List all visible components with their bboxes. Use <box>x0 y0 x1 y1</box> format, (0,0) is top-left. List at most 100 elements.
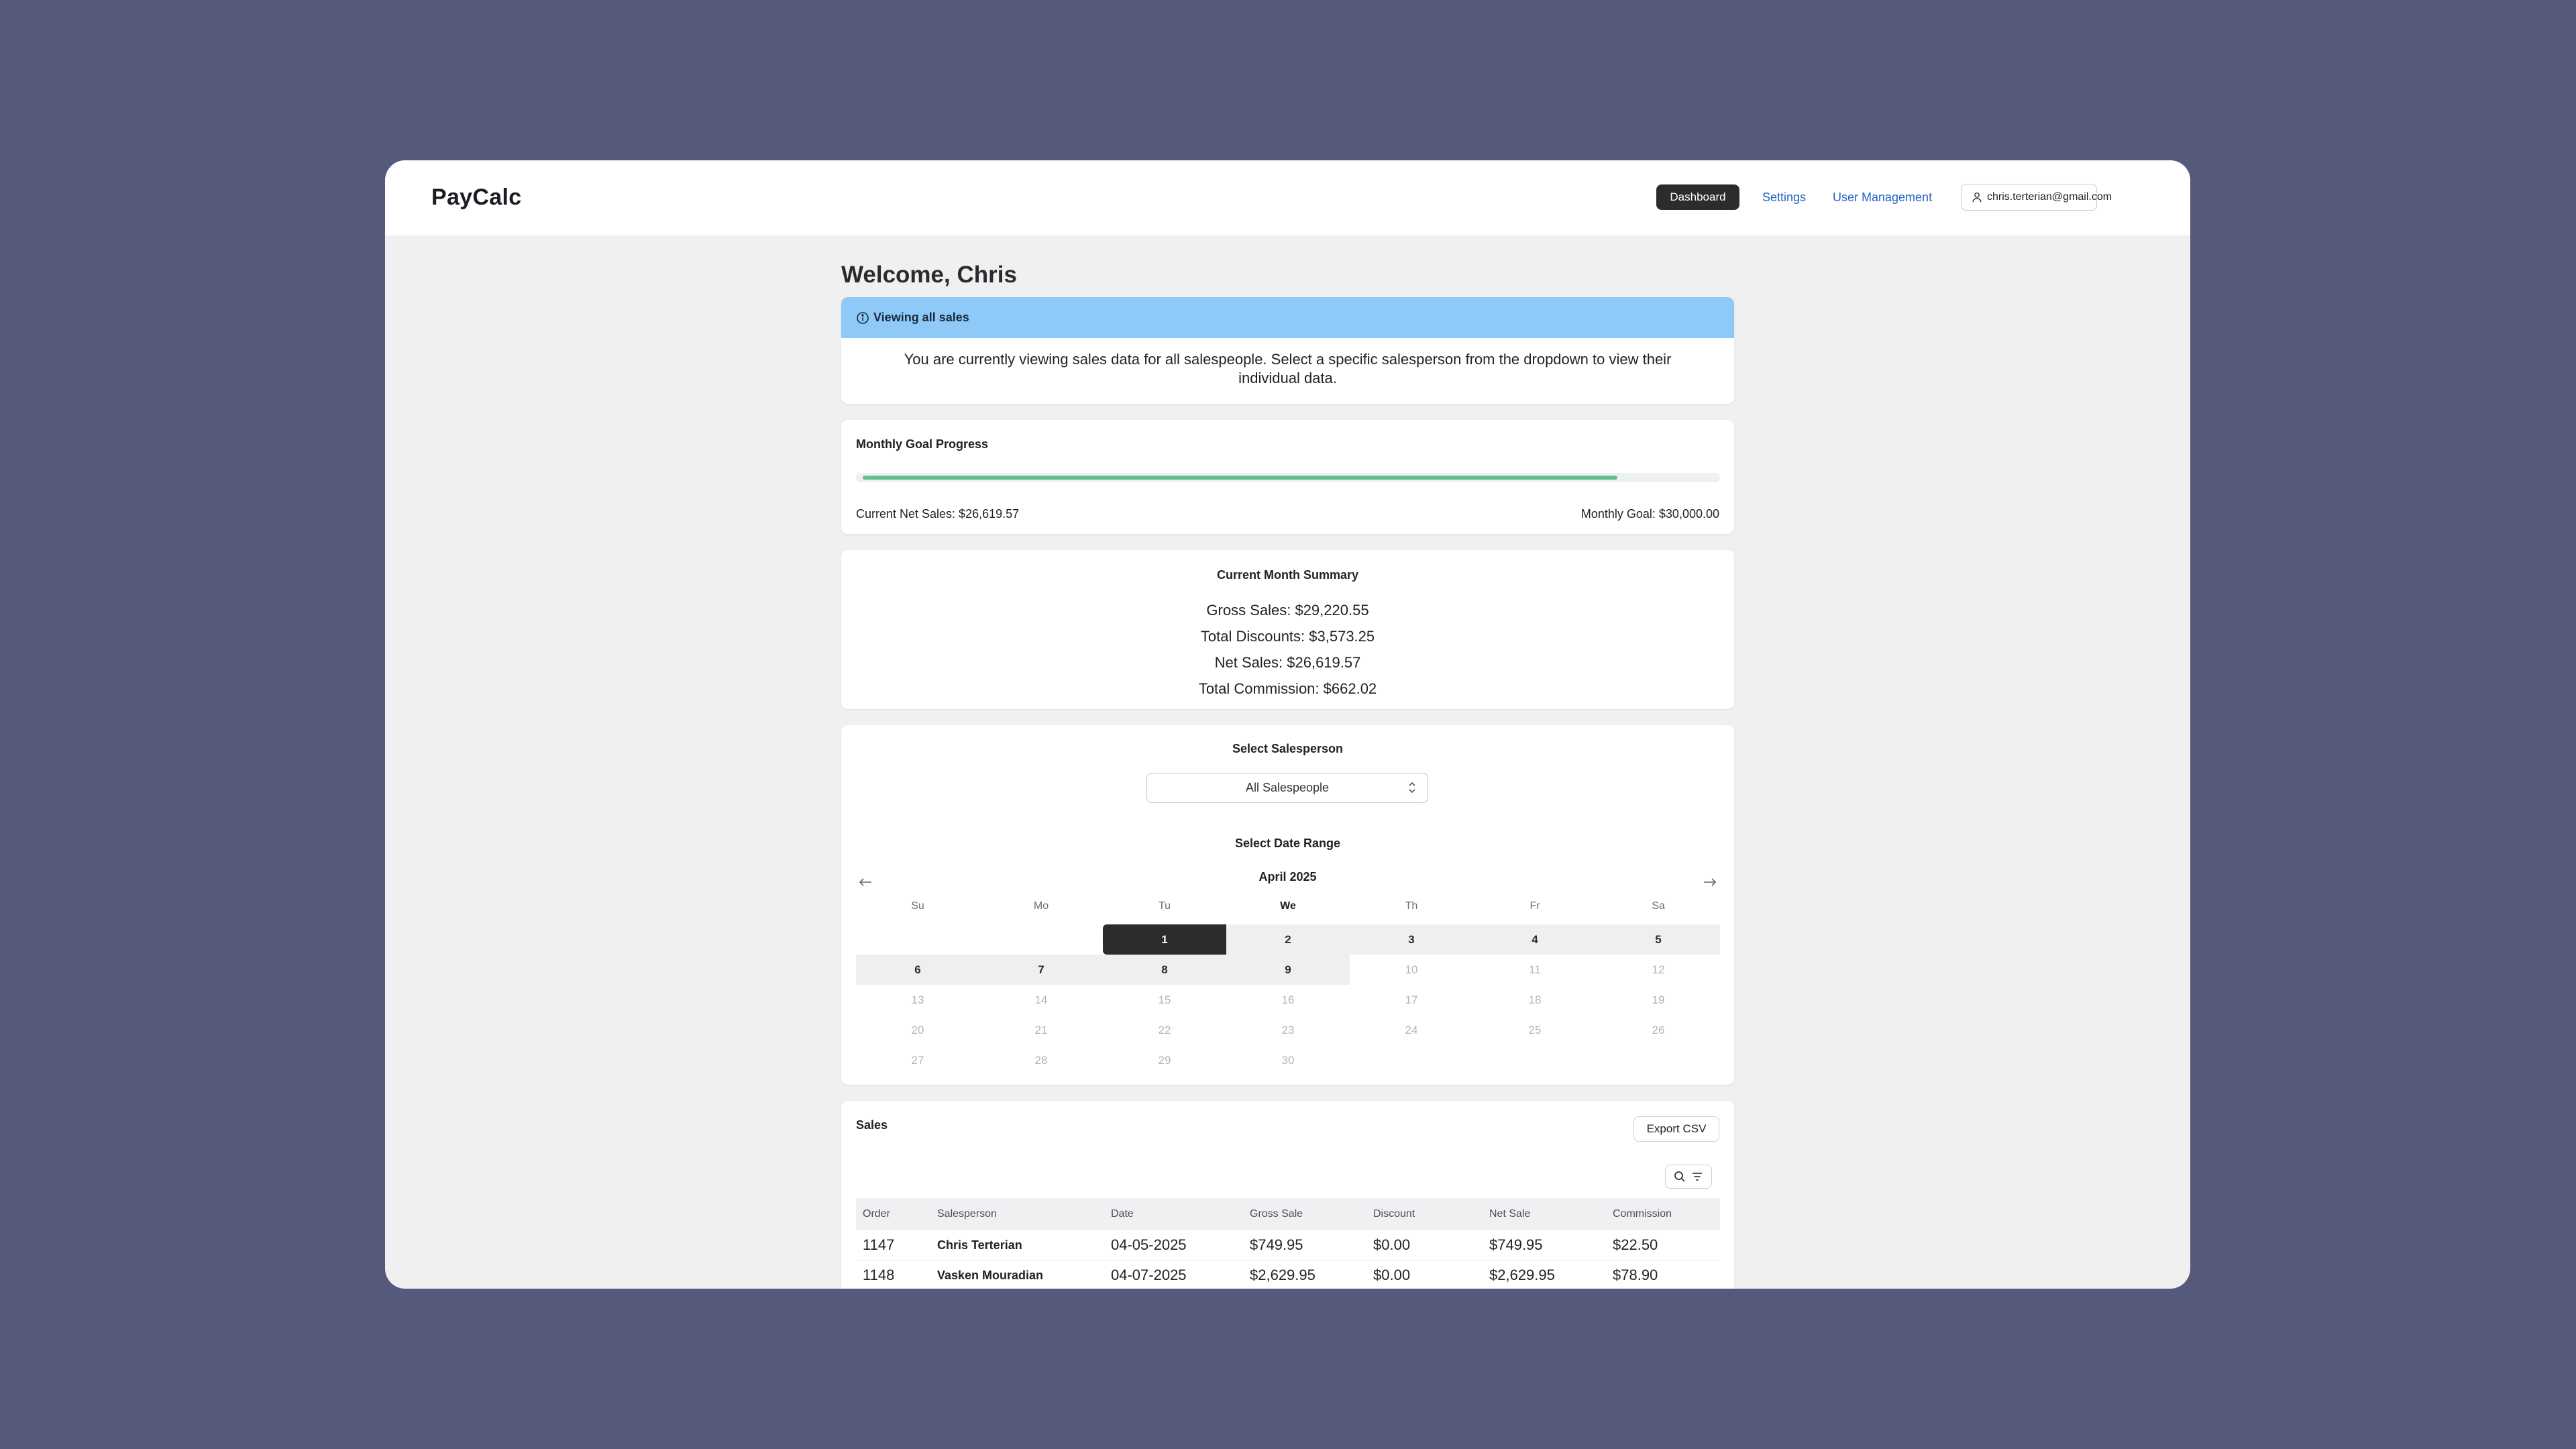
summary-title: Current Month Summary <box>1216 568 1359 582</box>
weekday-label: Th <box>1405 900 1418 912</box>
info-alert-header: Viewing all sales <box>841 297 1734 338</box>
calendar-day-disabled: 26 <box>1652 1023 1665 1036</box>
calendar-week: 13 14 15 16 17 18 19 <box>856 985 1720 1015</box>
info-alert: Viewing all sales You are currently view… <box>841 297 1734 404</box>
calendar-day[interactable]: 5 <box>1597 924 1720 955</box>
calendar-weekday-row: Su Mo Tu We Th Fr Sa <box>856 894 1720 924</box>
calendar-day-disabled: 18 <box>1528 993 1542 1006</box>
nav-settings-link[interactable]: Settings <box>1762 184 1806 210</box>
calendar-week: 27 28 29 30 <box>856 1045 1720 1075</box>
calendar-day-disabled: 19 <box>1652 993 1665 1006</box>
date-range-label: Select Date Range <box>1234 837 1341 850</box>
salesperson-select-value: All Salespeople <box>1245 781 1330 794</box>
info-icon <box>857 311 869 324</box>
calendar-week: 1 2 3 4 5 <box>856 924 1720 955</box>
nav-user-management-link[interactable]: User Management <box>1833 184 1932 210</box>
summary-total-commission: Total Commission: $662.02 <box>1198 680 1377 697</box>
monthly-goal: Monthly Goal: $30,000.00 <box>1580 507 1719 521</box>
nav-dashboard-button[interactable]: Dashboard <box>1656 184 1739 210</box>
calendar-empty <box>856 924 979 955</box>
calendar-day-disabled: 17 <box>1405 993 1418 1006</box>
weekday-label: We <box>1280 900 1296 912</box>
weekday-label: Fr <box>1529 900 1540 912</box>
arrow-right-icon[interactable] <box>1703 877 1717 888</box>
weekday-label: Su <box>911 900 924 912</box>
calendar-day-selected[interactable]: 1 <box>1103 924 1226 955</box>
calendar-day-disabled: 29 <box>1158 1053 1171 1067</box>
weekday-label: Mo <box>1033 900 1049 912</box>
calendar-day-disabled: 24 <box>1405 1023 1418 1036</box>
top-nav-bar: PayCalc Dashboard Settings User Manageme… <box>385 160 2190 235</box>
brand-logo[interactable]: PayCalc <box>431 184 521 211</box>
column-header-discount[interactable]: Discount <box>1366 1208 1483 1220</box>
calendar-empty <box>1473 1045 1597 1075</box>
page-title: Welcome, Chris <box>841 262 1017 288</box>
sales-title: Sales <box>856 1118 888 1132</box>
column-header-net-sale[interactable]: Net Sale <box>1483 1208 1606 1220</box>
calendar-day[interactable]: 4 <box>1473 924 1597 955</box>
column-header-salesperson[interactable]: Salesperson <box>930 1208 1104 1220</box>
calendar-grid: Su Mo Tu We Th Fr Sa 1 2 3 4 5 6 7 8 9 1… <box>856 894 1720 1075</box>
calendar-day-disabled: 13 <box>911 993 924 1006</box>
cell-gross-sale: $749.95 <box>1250 1236 1303 1253</box>
salesperson-label: Select Salesperson <box>1232 742 1344 755</box>
table-search-filter-button[interactable] <box>1665 1165 1712 1189</box>
main-content: Welcome, Chris Viewing all sales You are… <box>841 254 1734 1289</box>
summary-net-sales: Net Sales: $26,619.57 <box>1214 654 1361 671</box>
search-icon <box>1674 1171 1685 1182</box>
table-row[interactable]: 1147 Chris Terterian 04-05-2025 $749.95 … <box>856 1230 1720 1260</box>
export-csv-button[interactable]: Export CSV <box>1633 1116 1719 1142</box>
cell-net-sale: $2,629.95 <box>1489 1267 1555 1283</box>
calendar-empty <box>979 924 1103 955</box>
info-alert-body: You are currently viewing sales data for… <box>904 351 1672 386</box>
cell-order: 1148 <box>863 1267 895 1283</box>
calendar-day-disabled: 27 <box>911 1053 924 1067</box>
calendar-day[interactable]: 2 <box>1226 924 1350 955</box>
column-header-date[interactable]: Date <box>1104 1208 1243 1220</box>
calendar-day-disabled: 16 <box>1281 993 1295 1006</box>
calendar-day-disabled: 21 <box>1034 1023 1048 1036</box>
info-alert-title: Viewing all sales <box>873 311 969 324</box>
cell-discount: $0.00 <box>1373 1236 1411 1253</box>
calendar-day[interactable]: 6 <box>856 955 979 985</box>
calendar-empty <box>1597 1045 1720 1075</box>
goal-title: Monthly Goal Progress <box>856 437 989 451</box>
cell-commission: $78.90 <box>1613 1267 1658 1283</box>
calendar-day[interactable]: 7 <box>979 955 1103 985</box>
cell-date: 04-07-2025 <box>1111 1267 1187 1283</box>
calendar-week: 6 7 8 9 10 11 12 <box>856 955 1720 985</box>
user-account-button[interactable]: chris.terterian@gmail.com <box>1961 184 2112 211</box>
cell-gross-sale: $2,629.95 <box>1250 1267 1316 1283</box>
weekday-label: Sa <box>1652 900 1665 912</box>
salesperson-select[interactable]: All Salespeople <box>1146 773 1428 803</box>
chevron-up-down-icon <box>1409 782 1415 794</box>
cell-net-sale: $749.95 <box>1489 1236 1543 1253</box>
cell-date: 04-05-2025 <box>1111 1236 1187 1253</box>
cell-commission: $22.50 <box>1613 1236 1658 1253</box>
weekday-label: Tu <box>1158 900 1171 912</box>
calendar-day-disabled: 22 <box>1158 1023 1171 1036</box>
calendar-day-disabled: 11 <box>1529 963 1541 976</box>
calendar-day-disabled: 12 <box>1652 963 1665 976</box>
goal-progress-fill <box>863 476 1617 480</box>
table-row[interactable]: 1148 Vasken Mouradian 04-07-2025 $2,629.… <box>856 1260 1720 1289</box>
cell-order: 1147 <box>863 1236 895 1253</box>
column-header-order[interactable]: Order <box>856 1208 930 1220</box>
calendar-day[interactable]: 3 <box>1350 924 1473 955</box>
calendar-day-today[interactable]: 9 <box>1226 955 1350 985</box>
sales-table: Order Salesperson Date Gross Sale Discou… <box>856 1198 1720 1289</box>
calendar-day-disabled: 15 <box>1158 993 1171 1006</box>
cell-salesperson: Chris Terterian <box>937 1238 1022 1252</box>
column-header-commission[interactable]: Commission <box>1606 1208 1720 1220</box>
calendar-day-disabled: 25 <box>1528 1023 1542 1036</box>
calendar-day[interactable]: 8 <box>1103 955 1226 985</box>
goal-progress-bar <box>856 473 1720 482</box>
cell-discount: $0.00 <box>1373 1267 1411 1283</box>
filters-card: Select Salesperson All Salespeople Selec… <box>841 725 1734 1085</box>
calendar-day-disabled: 14 <box>1034 993 1048 1006</box>
calendar-day-disabled: 20 <box>911 1023 924 1036</box>
cell-salesperson: Vasken Mouradian <box>937 1268 1044 1282</box>
column-header-gross-sale[interactable]: Gross Sale <box>1243 1208 1366 1220</box>
summary-total-discounts: Total Discounts: $3,573.25 <box>1200 628 1375 645</box>
app-window: PayCalc Dashboard Settings User Manageme… <box>385 160 2190 1289</box>
